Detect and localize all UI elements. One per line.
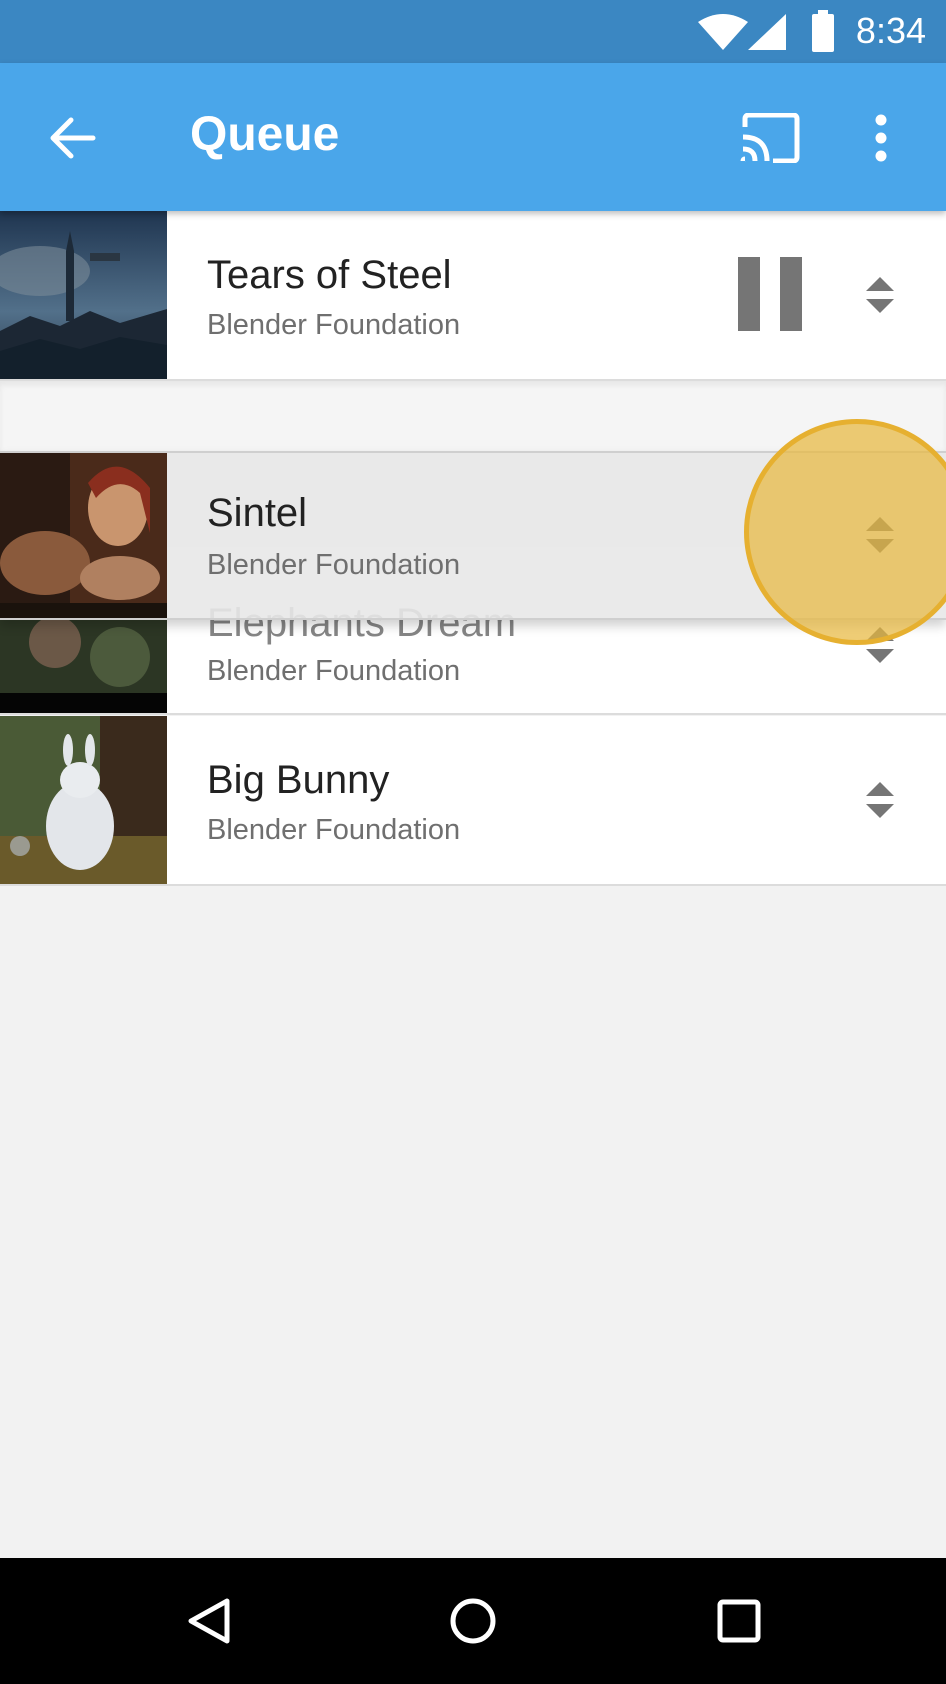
- item-subtitle: Blender Foundation: [207, 549, 461, 581]
- status-time: 8:34: [855, 10, 926, 51]
- thumbnail-image: [0, 453, 167, 618]
- list-item[interactable]: Big Bunny Blender Foundation: [0, 716, 946, 886]
- home-circle-icon: [450, 1598, 496, 1644]
- thumbnail-image: [0, 211, 167, 379]
- nav-back-button[interactable]: [174, 1588, 244, 1654]
- item-title: Sintel: [207, 491, 308, 535]
- recents-square-icon: [717, 1599, 761, 1643]
- cell-signal-icon: [748, 14, 786, 50]
- battery-icon: [812, 10, 834, 52]
- more-options-button[interactable]: [846, 103, 916, 173]
- nav-recents-button[interactable]: [704, 1588, 774, 1654]
- list-item[interactable]: Tears of Steel Blender Foundation: [0, 211, 946, 381]
- nav-home-button[interactable]: [438, 1588, 508, 1654]
- pause-icon: [738, 257, 802, 331]
- app-bar: Queue: [0, 63, 946, 211]
- back-triangle-icon: [188, 1598, 230, 1644]
- status-bar: 8:34: [0, 0, 946, 63]
- more-vert-icon: [875, 114, 887, 162]
- cast-icon: [740, 113, 800, 163]
- item-subtitle: Blender Foundation: [207, 655, 461, 687]
- pause-button[interactable]: [738, 257, 802, 331]
- item-subtitle: Blender Foundation: [207, 814, 461, 846]
- item-subtitle: Blender Foundation: [207, 309, 461, 341]
- item-title: Big Bunny: [207, 758, 390, 802]
- thumbnail-image: [0, 716, 167, 884]
- page-title: Queue: [190, 108, 340, 161]
- navigation-bar: [0, 1558, 946, 1684]
- cast-button[interactable]: [735, 103, 805, 173]
- wifi-icon: [698, 14, 748, 50]
- drag-handle-icon[interactable]: [862, 778, 898, 822]
- drag-handle-icon[interactable]: [862, 273, 898, 317]
- item-title: Tears of Steel: [207, 253, 452, 297]
- back-arrow-icon: [50, 117, 96, 159]
- back-button[interactable]: [38, 103, 108, 173]
